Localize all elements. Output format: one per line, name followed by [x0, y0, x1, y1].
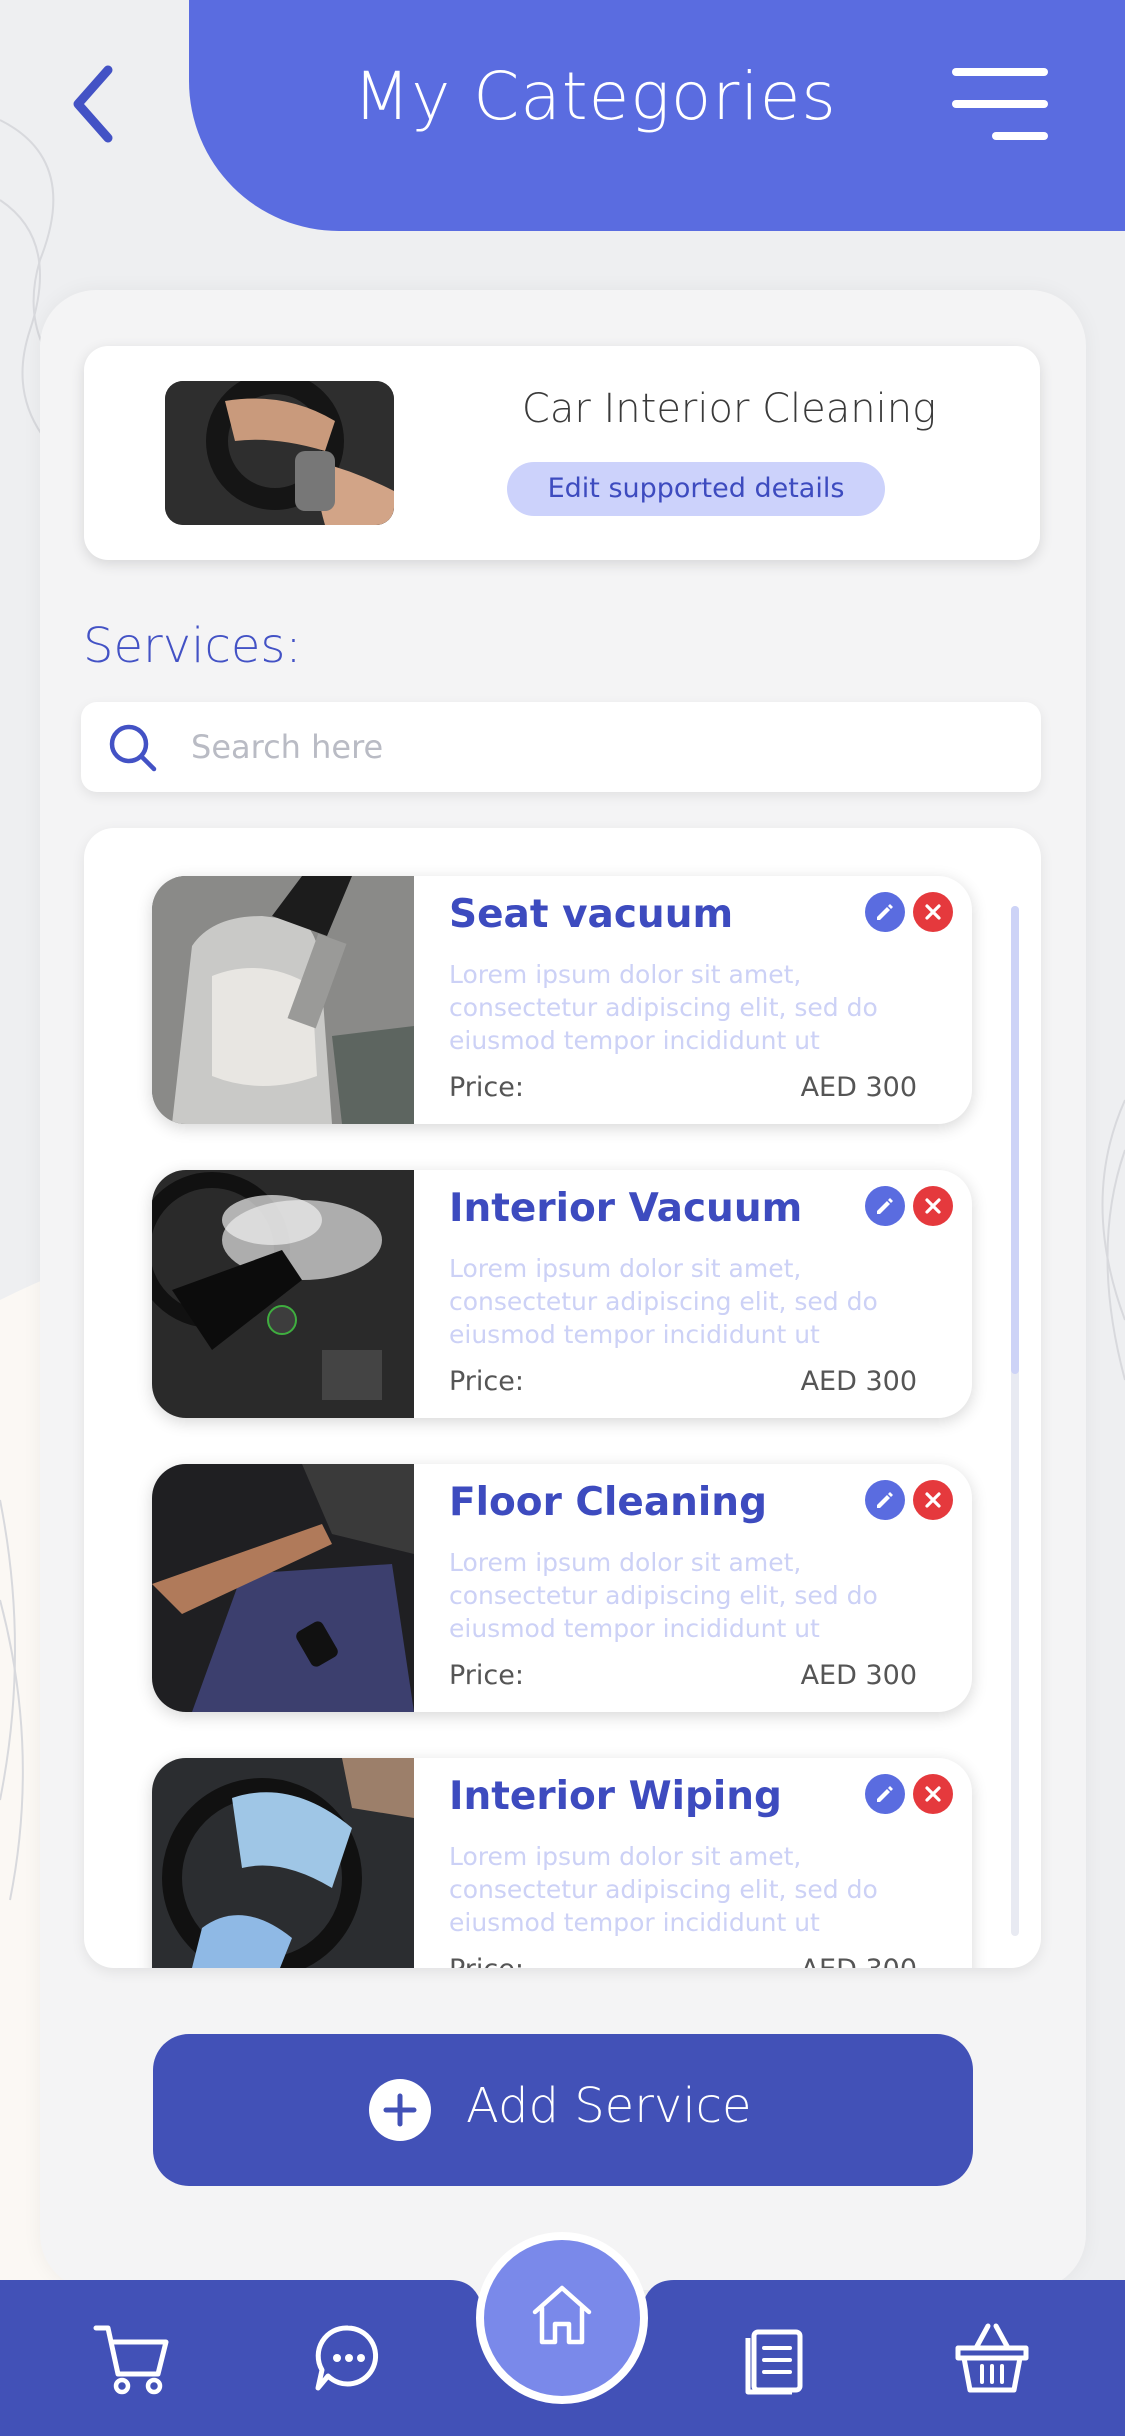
menu-line [952, 100, 1048, 108]
close-icon [925, 1786, 941, 1802]
edit-service-button[interactable] [865, 892, 905, 932]
menu-line [952, 68, 1048, 76]
menu-line [992, 132, 1048, 140]
service-title: Interior Wiping [449, 1774, 782, 1819]
service-description: Lorem ipsum dolor sit amet, consectetur … [449, 1548, 878, 1643]
delete-service-button[interactable] [913, 1186, 953, 1226]
service-image [152, 1170, 414, 1418]
scrollbar-thumb[interactable] [1011, 906, 1019, 1374]
service-image [152, 1758, 414, 1968]
delete-service-button[interactable] [913, 1480, 953, 1520]
basket-icon[interactable] [952, 2318, 1032, 2398]
delete-service-button[interactable] [913, 892, 953, 932]
service-title: Floor Cleaning [449, 1480, 767, 1525]
pencil-icon [877, 1786, 893, 1802]
pencil-icon [877, 1492, 893, 1508]
price-value: AED 300 [800, 1366, 917, 1397]
service-title: Interior Vacuum [449, 1186, 803, 1231]
pencil-icon [877, 1198, 893, 1214]
service-image [152, 876, 414, 1124]
service-description: Lorem ipsum dolor sit amet, consectetur … [449, 1254, 878, 1349]
services-heading: Services: [83, 618, 302, 674]
category-image [165, 381, 394, 525]
price-value: AED 300 [800, 1660, 917, 1691]
delete-service-button[interactable] [913, 1774, 953, 1814]
price-label: Price: [449, 1366, 524, 1397]
service-card[interactable]: Floor Cleaning Lorem ipsum dolor sit ame… [152, 1464, 972, 1712]
edit-service-button[interactable] [865, 1186, 905, 1226]
close-icon [925, 904, 941, 920]
home-icon [532, 2285, 592, 2345]
service-description: Lorem ipsum dolor sit amet, consectetur … [449, 960, 878, 1055]
pencil-icon [877, 904, 893, 920]
search-input[interactable] [191, 702, 1011, 792]
cart-icon[interactable] [92, 2318, 172, 2398]
category-name: Car Interior Cleaning [521, 386, 937, 432]
close-icon [925, 1198, 941, 1214]
menu-button[interactable] [952, 64, 1048, 144]
close-icon [925, 1492, 941, 1508]
category-card: Car Interior Cleaning Edit supported det… [84, 346, 1040, 560]
search-box [81, 702, 1041, 792]
add-service-button[interactable]: Add Service [153, 2034, 973, 2186]
edit-details-button[interactable]: Edit supported details [507, 462, 885, 516]
edit-service-button[interactable] [865, 1480, 905, 1520]
price-label: Price: [449, 1072, 524, 1103]
page-title: My Categories [353, 58, 837, 135]
price-value: AED 300 [801, 1954, 917, 1968]
service-image [152, 1464, 414, 1712]
edit-service-button[interactable] [865, 1774, 905, 1814]
plus-icon [369, 2079, 431, 2141]
orders-icon[interactable] [738, 2318, 818, 2398]
home-button[interactable] [476, 2232, 648, 2404]
add-service-label: Add Service [466, 2078, 752, 2134]
price-label: Price: [449, 1660, 524, 1691]
chat-icon[interactable] [308, 2318, 388, 2398]
chevron-left-icon [73, 65, 113, 143]
service-card[interactable]: Seat vacuum Lorem ipsum dolor sit amet, … [152, 876, 972, 1124]
search-icon [109, 724, 157, 772]
price-label: Price: [449, 1954, 524, 1968]
service-card[interactable]: Interior Wiping Lorem ipsum dolor sit am… [152, 1758, 972, 1968]
services-list[interactable]: Seat vacuum Lorem ipsum dolor sit amet, … [84, 828, 1041, 1968]
service-title: Seat vacuum [449, 892, 734, 937]
service-card[interactable]: Interior Vacuum Lorem ipsum dolor sit am… [152, 1170, 972, 1418]
price-value: AED 300 [800, 1072, 917, 1103]
back-button[interactable] [66, 62, 126, 147]
service-description: Lorem ipsum dolor sit amet, consectetur … [449, 1842, 878, 1937]
